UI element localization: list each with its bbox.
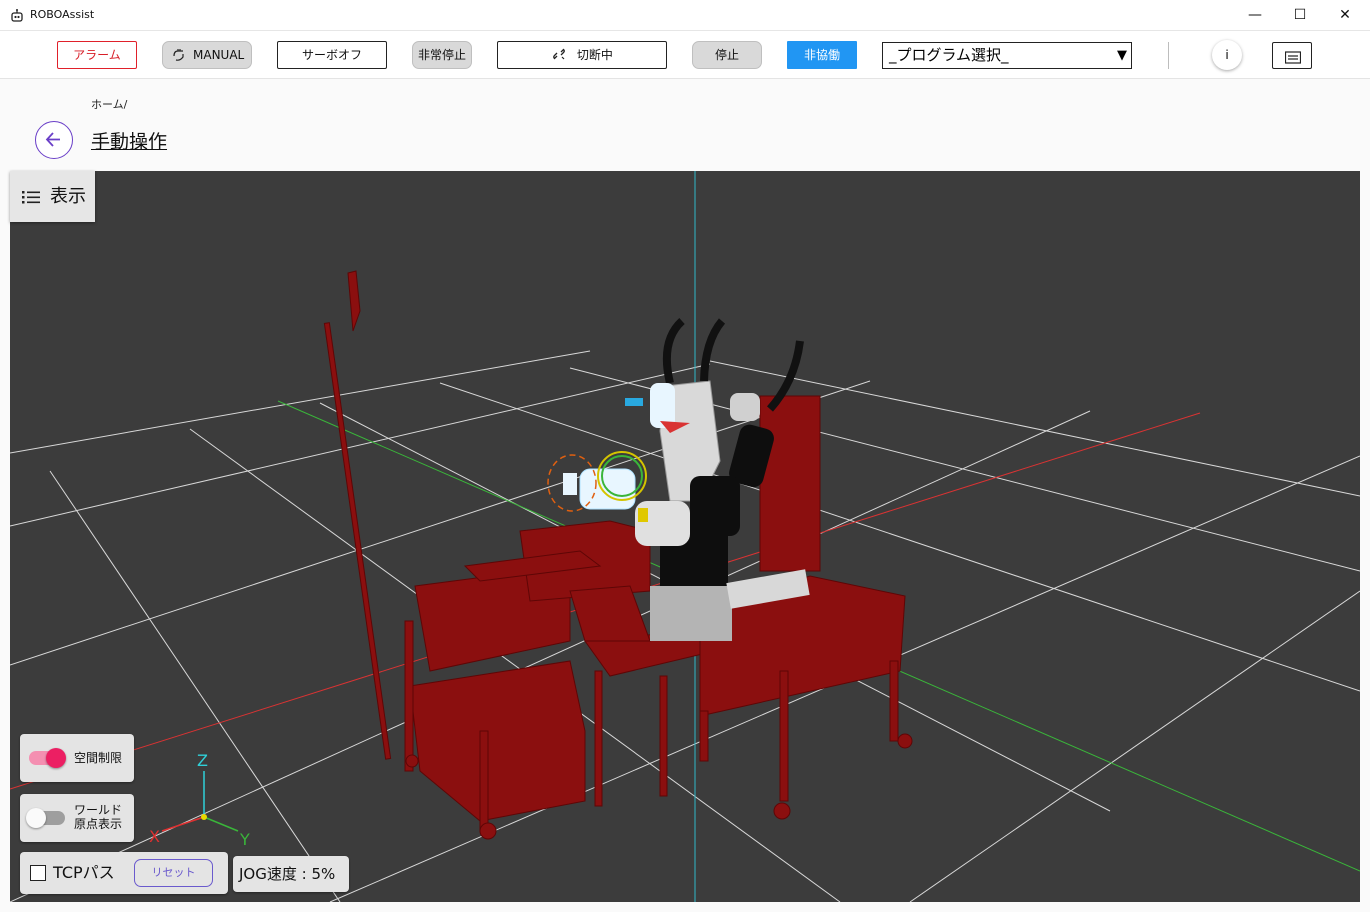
space-limit-toggle-thumb[interactable] (46, 748, 66, 768)
reset-button[interactable]: リセット (134, 859, 213, 887)
robot-3d-viewport[interactable]: Z X Y (10, 171, 1360, 902)
chevron-down-icon: ▼ (1117, 48, 1127, 63)
manual-label: MANUAL (193, 48, 245, 62)
maximize-button[interactable]: ☐ (1277, 0, 1323, 31)
show-menu-button[interactable]: 表示 (10, 171, 95, 222)
tcp-path-panel: TCPパス リセット (20, 852, 228, 894)
connection-status-label: 切断中 (576, 48, 613, 62)
world-origin-label-2: 原点表示 (74, 817, 123, 831)
world-origin-panel: ワールド 原点表示 (20, 794, 134, 842)
toolbar: アラーム MANUAL サーボオフ 非常停止 切断中 停止 非協働 (0, 31, 1370, 79)
emergency-stop-button[interactable]: 非常停止 (412, 41, 472, 69)
jog-speed-label: JOG速度 : 5% (239, 865, 336, 883)
space-limit-label: 空間制限 (74, 751, 123, 765)
servo-off-button[interactable]: サーボオフ (277, 41, 387, 69)
axis-z-label: Z (197, 751, 208, 770)
keyboard-icon (1284, 49, 1302, 64)
space-limit-panel: 空間制限 (20, 734, 134, 782)
robot-icon (9, 8, 25, 24)
minimize-button[interactable]: — (1232, 0, 1278, 31)
manual-button[interactable]: MANUAL (162, 41, 252, 69)
jog-speed-panel: JOG速度 : 5% (233, 856, 349, 892)
world-origin-toggle-thumb[interactable] (26, 808, 46, 828)
axis-y-label: Y (240, 830, 250, 849)
toolbar-divider (1168, 42, 1169, 69)
link-broken-icon (551, 45, 567, 61)
keyboard-button[interactable] (1272, 42, 1312, 69)
tcp-path-checkbox[interactable] (30, 865, 46, 881)
info-button[interactable]: i (1212, 40, 1242, 70)
page-title: 手動操作 (91, 131, 168, 153)
list-icon (22, 191, 40, 204)
non-collaborative-button[interactable]: 非協働 (787, 41, 857, 69)
title-bar: ROBOAssist — ☐ ✕ (0, 0, 1370, 31)
show-menu-label: 表示 (50, 186, 86, 207)
connection-status-button[interactable]: 切断中 (497, 41, 667, 69)
close-button[interactable]: ✕ (1322, 0, 1368, 31)
program-select-value: _プログラム選択_ (889, 46, 1009, 64)
arrow-left-icon (45, 132, 60, 147)
breadcrumb[interactable]: ホーム/ (91, 96, 127, 112)
world-origin-label-1: ワールド (74, 803, 123, 817)
app-title: ROBOAssist (30, 8, 95, 21)
alarm-button[interactable]: アラーム (57, 41, 137, 69)
tcp-path-label: TCPパス (53, 863, 115, 882)
axis-x-label: X (149, 827, 160, 846)
stop-button[interactable]: 停止 (692, 41, 762, 69)
back-button[interactable] (35, 121, 73, 159)
program-select[interactable]: _プログラム選択_ ▼ (882, 42, 1132, 69)
hand-icon (171, 46, 187, 62)
